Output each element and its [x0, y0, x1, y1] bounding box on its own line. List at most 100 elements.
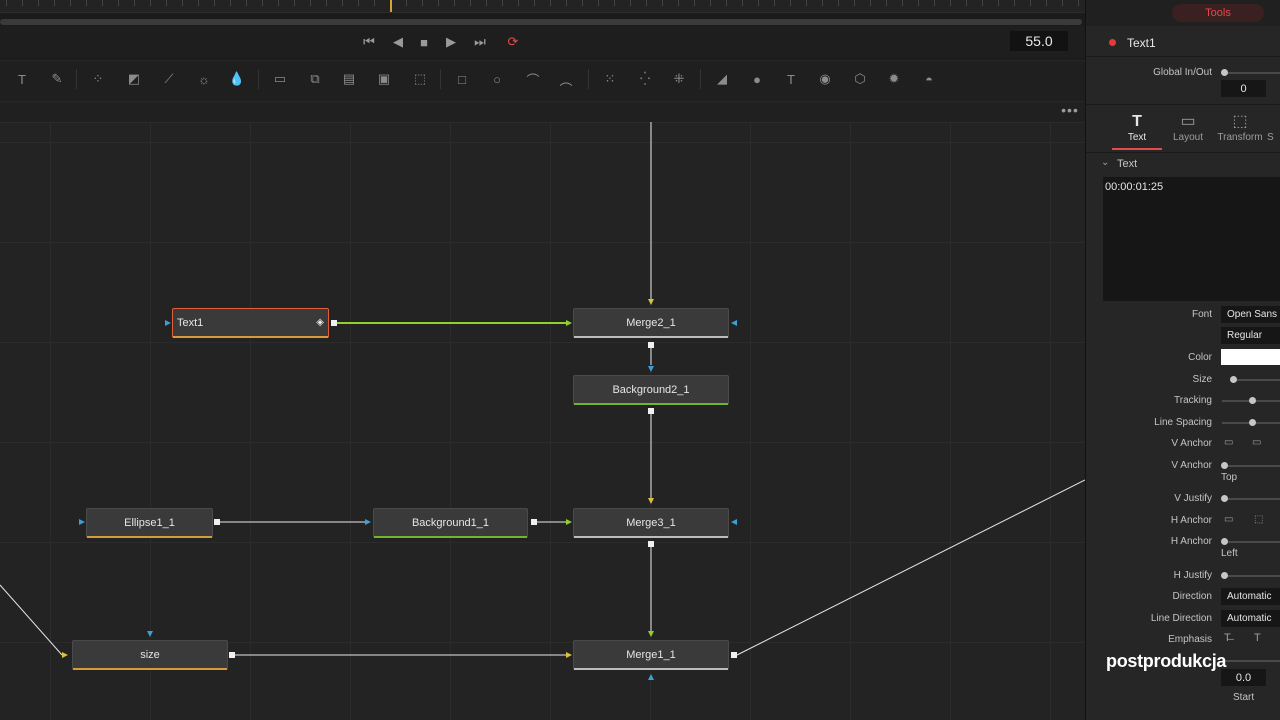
emphasis-label: Emphasis	[1168, 634, 1212, 645]
slider-knob[interactable]	[1230, 376, 1237, 383]
active-tab-indicator	[1112, 148, 1162, 150]
h-justify-slider[interactable]	[1222, 575, 1280, 577]
ruler-tick	[198, 0, 199, 6]
transform-tab-icon: ⬚	[1232, 113, 1248, 130]
node-editor[interactable]	[0, 102, 1085, 720]
font-style-select[interactable]: Regular	[1221, 327, 1280, 344]
go-to-end-button[interactable]: ⏭	[469, 33, 491, 51]
text1-output-port[interactable]	[331, 320, 337, 326]
node-background1[interactable]: Background1_1	[373, 508, 528, 538]
merge3d-icon[interactable]: ●	[747, 69, 767, 89]
global-inout-field[interactable]: 0	[1221, 80, 1266, 97]
v-anchor-slider[interactable]	[1222, 465, 1280, 467]
play-button[interactable]: ▶	[440, 33, 462, 51]
playhead[interactable]	[390, 0, 392, 12]
anchor-middle-icon[interactable]: ▭	[1252, 437, 1261, 448]
renderer3d-icon[interactable]: ⬡	[850, 69, 870, 89]
paint-icon[interactable]: ✎	[47, 69, 67, 89]
text-icon[interactable]: T	[12, 69, 32, 89]
ruler-tick	[134, 0, 135, 6]
rectangle-icon[interactable]: □	[452, 69, 472, 89]
anchor-top-icon[interactable]: ▭	[1224, 437, 1233, 448]
node-ellipse1[interactable]: Ellipse1_1	[86, 508, 213, 538]
background1-output-port[interactable]	[531, 519, 537, 525]
node-text1[interactable]: Text1 ◈	[172, 308, 329, 338]
go-to-start-button[interactable]: ⏮	[358, 33, 380, 51]
tab-layout[interactable]: ▭ Layout	[1163, 112, 1213, 143]
strikeout-icon[interactable]: T̶	[1224, 632, 1231, 644]
slider-knob[interactable]	[1221, 495, 1228, 502]
node-label: size	[140, 649, 160, 661]
more-options-icon[interactable]: •••	[1060, 103, 1080, 118]
start-slider[interactable]	[1222, 660, 1280, 662]
slider-knob[interactable]	[1249, 397, 1256, 404]
tab-text[interactable]: T Text	[1112, 112, 1162, 143]
shape3d-icon[interactable]: ◢	[712, 69, 732, 89]
slider-knob[interactable]	[1221, 462, 1228, 469]
blur-drop-icon[interactable]: 💧	[227, 69, 247, 89]
prender-icon[interactable]: ⁛	[635, 69, 655, 89]
color-swatch[interactable]	[1221, 349, 1280, 365]
v-justify-slider[interactable]	[1222, 498, 1280, 500]
tab-shading[interactable]: S	[1267, 112, 1280, 143]
tab-label: S	[1267, 132, 1274, 143]
pmerge-icon[interactable]: ⁜	[669, 69, 689, 89]
step-back-button[interactable]: ◀	[387, 33, 409, 51]
transform-icon[interactable]: ⬚	[410, 69, 430, 89]
saver-icon[interactable]: ▣	[374, 69, 394, 89]
chevron-down-icon[interactable]: ⌄	[1101, 157, 1109, 168]
merge2-output-port[interactable]	[648, 342, 654, 348]
brightness-icon[interactable]: ☼	[194, 69, 214, 89]
global-inout-slider[interactable]	[1222, 72, 1280, 74]
tab-transform[interactable]: ⬚ Transform	[1215, 112, 1265, 143]
tools-tab[interactable]: Tools	[1172, 4, 1264, 22]
slider-knob[interactable]	[1221, 69, 1228, 76]
direction-select[interactable]: Automatic	[1221, 588, 1280, 605]
stop-button[interactable]: ■	[413, 33, 435, 51]
font-select[interactable]: Open Sans	[1221, 306, 1280, 323]
node-merge1[interactable]: Merge1_1	[573, 640, 729, 670]
timeline-ruler[interactable]	[0, 0, 1085, 13]
polygon-icon[interactable]: ⌒	[523, 69, 543, 89]
merge1-output-port[interactable]	[731, 652, 737, 658]
slider-knob[interactable]	[1221, 572, 1228, 579]
merge-icon[interactable]: ⧉	[305, 69, 325, 89]
start-field[interactable]: 0.0	[1221, 669, 1266, 686]
pemitter-icon[interactable]: ⁙	[600, 69, 620, 89]
size-output-port[interactable]	[229, 652, 235, 658]
image-plane-icon[interactable]: ◓	[919, 69, 939, 89]
current-frame-field[interactable]: 55.0	[1010, 31, 1068, 51]
ellipse-icon[interactable]: ○	[487, 69, 507, 89]
styled-text-input[interactable]: 00:00:01:25	[1103, 177, 1280, 301]
slider-knob[interactable]	[1221, 538, 1228, 545]
loader-icon[interactable]: ▤	[339, 69, 359, 89]
loop-button[interactable]: ⟳	[502, 33, 524, 51]
bspline-icon[interactable]: ︵	[556, 69, 576, 89]
keyframe-icon[interactable]: ◈	[316, 317, 324, 328]
background2-output-port[interactable]	[648, 408, 654, 414]
size-slider[interactable]	[1231, 379, 1280, 381]
tool-enable-icon[interactable]	[1109, 39, 1116, 46]
ellipse1-output-port[interactable]	[214, 519, 220, 525]
merge3-output-port[interactable]	[648, 541, 654, 547]
timeline-scrollbar[interactable]	[0, 19, 1082, 25]
ruler-tick	[1030, 0, 1031, 6]
node-size[interactable]: size	[72, 640, 228, 670]
line-direction-select[interactable]: Automatic	[1221, 610, 1280, 627]
anchor-left-icon[interactable]: ▭	[1224, 514, 1233, 525]
background-icon[interactable]: ▭	[270, 69, 290, 89]
anchor-center-icon[interactable]: ⬚	[1254, 514, 1263, 525]
color-curve-icon[interactable]: ⟋	[159, 69, 179, 89]
underline-icon[interactable]: T	[1254, 632, 1261, 644]
node-merge2[interactable]: Merge2_1	[573, 308, 729, 338]
text3d-icon[interactable]: T	[781, 69, 801, 89]
camera3d-icon[interactable]: ◉	[815, 69, 835, 89]
h-anchor-slider[interactable]	[1222, 541, 1280, 543]
mask-gradient-icon[interactable]: ◩	[124, 69, 144, 89]
node-background2[interactable]: Background2_1	[573, 375, 729, 405]
particles-icon[interactable]: ⁘	[88, 69, 108, 89]
node-merge3[interactable]: Merge3_1	[573, 508, 729, 538]
light3d-icon[interactable]: ✹	[884, 69, 904, 89]
ruler-tick	[486, 0, 487, 6]
slider-knob[interactable]	[1249, 419, 1256, 426]
